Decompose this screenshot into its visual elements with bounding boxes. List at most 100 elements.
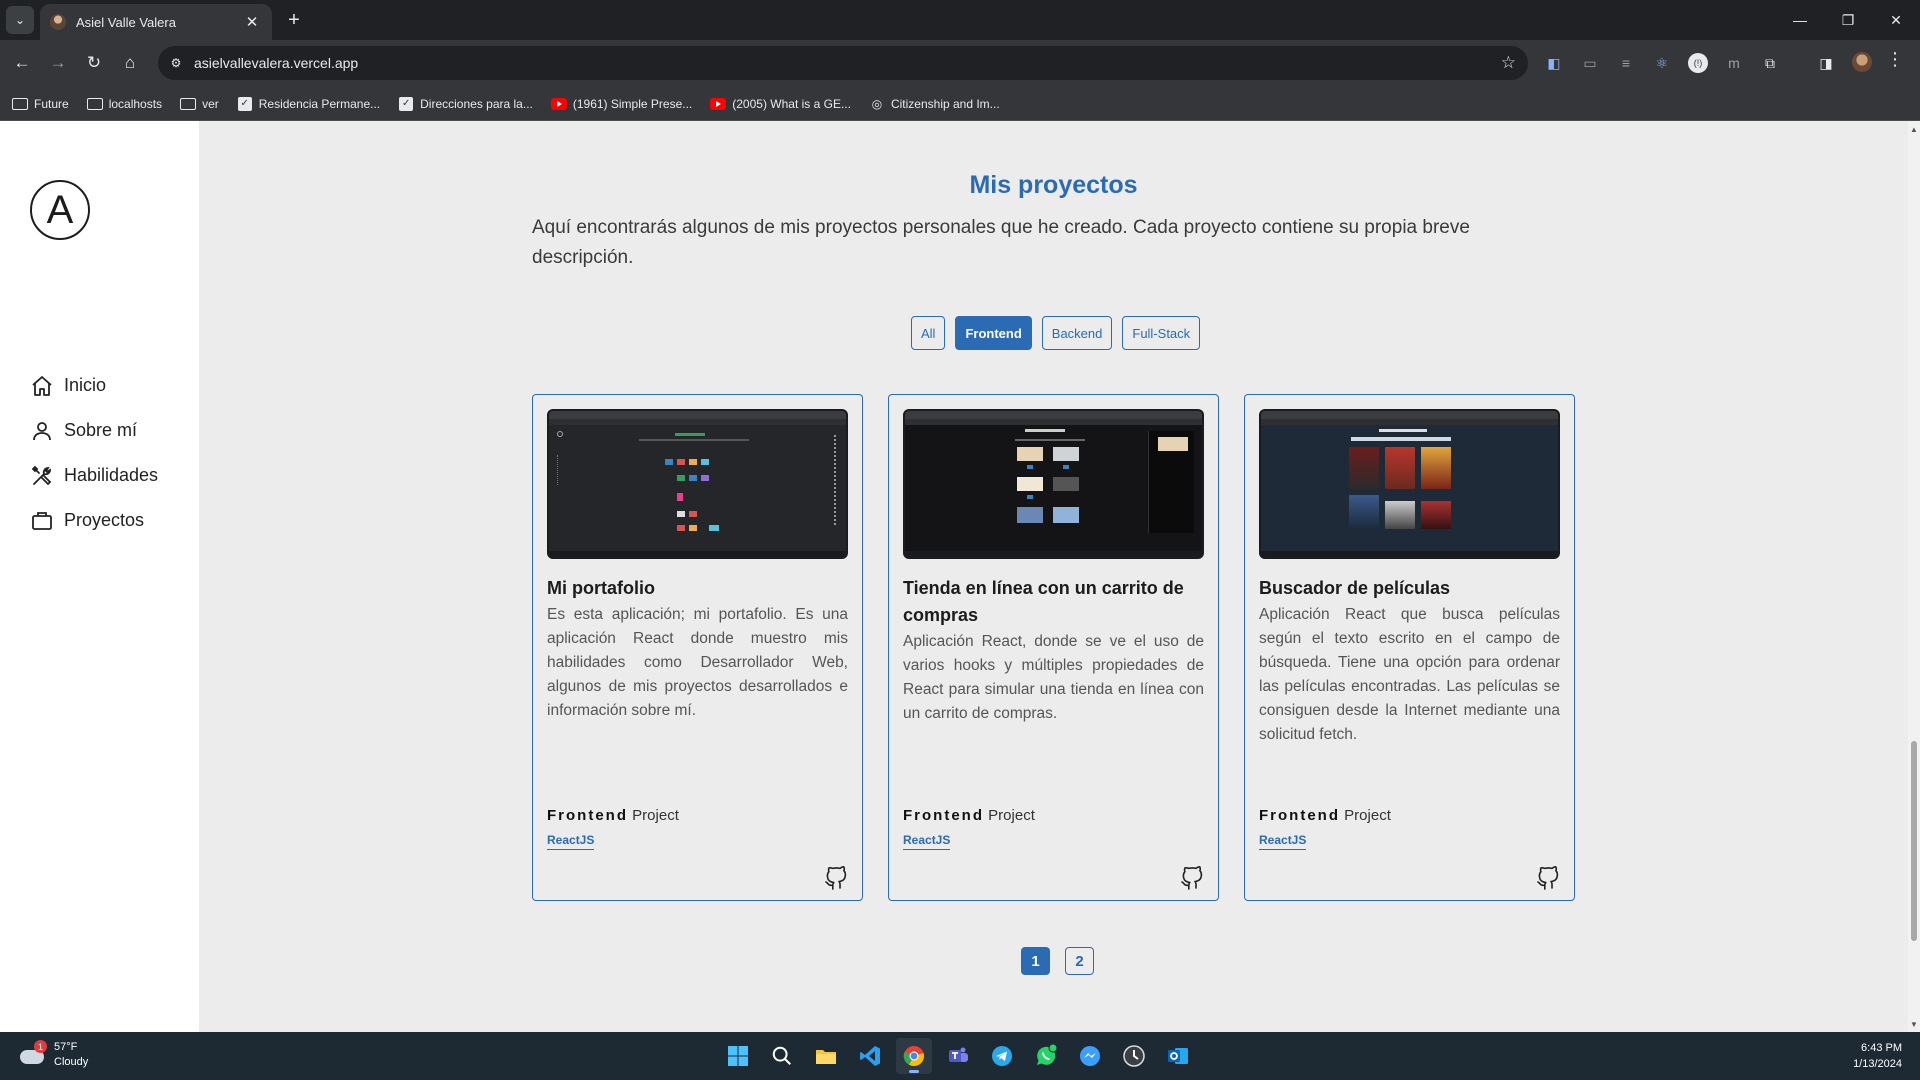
project-card: Mi portafolio Es esta aplicación; mi por… <box>532 394 863 901</box>
browser-tab[interactable]: Asiel Valle Valera ✕ <box>40 4 272 40</box>
scroll-down-arrow[interactable]: ▼ <box>1910 1020 1918 1029</box>
weather-desc: Cloudy <box>54 1056 89 1068</box>
bookmark-star-icon[interactable]: ☆ <box>1501 53 1516 73</box>
sidebar-item-proyectos[interactable]: Proyectos <box>30 498 158 543</box>
weather-temp: 57°F <box>54 1041 78 1053</box>
system-clock[interactable]: 6:43 PM 1/13/2024 <box>1853 1040 1902 1072</box>
home-icon <box>32 375 52 396</box>
translate-extension-icon[interactable]: ◧ <box>1540 49 1568 77</box>
scroll-up-arrow[interactable]: ▲ <box>1910 125 1918 134</box>
folder-icon <box>180 97 197 110</box>
bookmark-item[interactable]: ✓ Residencia Permane... <box>237 96 381 111</box>
sidebar-item-label: Proyectos <box>64 510 145 530</box>
project-type: Frontend Project <box>1259 807 1391 824</box>
filter-backend-button[interactable]: Backend <box>1041 316 1113 350</box>
page-scrollbar[interactable]: ▲ ▼ <box>1908 121 1920 1032</box>
page-2-button[interactable]: 2 <box>1065 947 1094 975</box>
vscode-icon[interactable] <box>852 1038 888 1074</box>
github-icon[interactable] <box>1536 866 1560 890</box>
project-description: Aplicación React que busca películas seg… <box>1259 606 1560 743</box>
scrollbar-thumb[interactable] <box>1911 741 1917 941</box>
site-logo[interactable]: A <box>30 180 90 240</box>
taskbar-apps <box>720 1038 1196 1074</box>
bookmark-item[interactable]: ◎ Citizenship and Im... <box>869 97 1000 111</box>
bookmark-item[interactable]: ✓ Direcciones para la... <box>398 96 533 111</box>
tab-title: Asiel Valle Valera <box>76 14 176 30</box>
minimize-button[interactable]: — <box>1776 0 1824 40</box>
messenger-icon[interactable] <box>1072 1038 1108 1074</box>
bookmark-item[interactable]: Future <box>12 97 69 111</box>
sidebar-item-label: Inicio <box>64 375 107 395</box>
github-icon[interactable] <box>1180 866 1204 890</box>
whatsapp-app-icon[interactable] <box>1028 1038 1064 1074</box>
github-icon[interactable] <box>824 866 848 890</box>
project-cards: Mi portafolio Es esta aplicación; mi por… <box>532 394 1575 901</box>
side-panel-icon[interactable]: ◨ <box>1812 49 1840 77</box>
weather-badge: 1 <box>34 1040 47 1053</box>
weather-widget[interactable]: 1 57°F Cloudy <box>18 1040 88 1070</box>
projects-section: Mis proyectos Aquí encontrarás algunos d… <box>199 121 1908 1032</box>
search-icon[interactable] <box>764 1038 800 1074</box>
telegram-icon[interactable] <box>984 1038 1020 1074</box>
project-type-suffix: Project <box>988 807 1035 824</box>
sidebar: A Inicio Sobre mí Habilidades Proyectos <box>0 121 199 1032</box>
project-title: Tienda en línea con un carrito de compra… <box>903 578 1184 625</box>
clock-app-icon[interactable] <box>1116 1038 1152 1074</box>
project-type-label: Frontend <box>903 807 984 824</box>
doc-icon: ✓ <box>237 96 252 111</box>
filter-all-button[interactable]: All <box>911 316 946 350</box>
sidebar-item-sobre-mi[interactable]: Sobre mí <box>30 408 158 453</box>
tab-close-icon[interactable]: ✕ <box>242 13 262 31</box>
tab-search-button[interactable]: ⌄ <box>6 6 34 34</box>
project-screenshot[interactable] <box>1259 409 1560 559</box>
globe-icon: ◎ <box>871 96 883 111</box>
forward-button[interactable]: → <box>44 49 72 77</box>
project-type-label: Frontend <box>547 807 628 824</box>
extensions-puzzle-icon[interactable]: ⧉ <box>1756 49 1784 77</box>
browser-toolbar: ← → ↻ ⌂ ⚙ asielvallevalera.vercel.app ☆ … <box>0 40 1920 87</box>
reload-button[interactable]: ↻ <box>80 49 108 77</box>
filter-frontend-button[interactable]: Frontend <box>955 316 1032 350</box>
tab-favicon <box>50 14 66 30</box>
bookmark-item[interactable]: ver <box>180 97 219 111</box>
clock-date: 1/13/2024 <box>1853 1058 1902 1070</box>
bookmarks-bar: Future localhosts ver ✓ Residencia Perman… <box>0 87 1920 121</box>
section-title: Mis proyectos <box>969 171 1138 199</box>
bookmark-item[interactable]: (2005) What is a GE... <box>710 97 851 111</box>
bookmark-item[interactable]: (1961) Simple Prese... <box>550 97 692 111</box>
page-1-button[interactable]: 1 <box>1021 947 1050 975</box>
close-window-button[interactable]: ✕ <box>1872 0 1920 40</box>
profile-avatar[interactable] <box>1852 52 1872 72</box>
address-bar[interactable]: ⚙ asielvallevalera.vercel.app ☆ <box>158 46 1528 80</box>
project-type-suffix: Project <box>632 807 679 824</box>
project-screenshot[interactable] <box>547 409 848 559</box>
restore-button[interactable]: ❐ <box>1824 0 1872 40</box>
react-devtools-icon[interactable]: ⚛ <box>1648 49 1676 77</box>
filter-fullstack-button[interactable]: Full-Stack <box>1122 316 1201 350</box>
site-info-icon[interactable]: ⚙ <box>158 56 194 70</box>
browser-menu-icon[interactable]: ⋮ <box>1886 49 1904 70</box>
extension-icon[interactable]: m <box>1720 49 1748 77</box>
extension-icon[interactable]: (!) <box>1684 49 1712 77</box>
sidebar-item-inicio[interactable]: Inicio <box>30 363 158 408</box>
windows-taskbar: 1 57°F Cloudy 6:43 PM 1/13/2024 <box>0 1032 1920 1080</box>
teams-icon[interactable] <box>940 1038 976 1074</box>
outlook-icon[interactable] <box>1160 1038 1196 1074</box>
new-tab-button[interactable]: + <box>282 8 306 32</box>
extension-icon[interactable]: ▭ <box>1576 49 1604 77</box>
home-button[interactable]: ⌂ <box>116 49 144 77</box>
project-type-label: Frontend <box>1259 807 1340 824</box>
extension-icon[interactable]: ≡ <box>1612 49 1640 77</box>
bookmark-item[interactable]: localhosts <box>86 97 162 111</box>
project-screenshot[interactable] <box>903 409 1204 559</box>
folder-icon <box>86 97 103 110</box>
back-button[interactable]: ← <box>8 49 36 77</box>
start-button[interactable] <box>720 1038 756 1074</box>
doc-icon: ✓ <box>399 96 414 111</box>
chrome-icon[interactable] <box>896 1038 932 1074</box>
bookmark-label: Residencia Permane... <box>258 96 381 111</box>
project-type-suffix: Project <box>1344 807 1391 824</box>
file-explorer-icon[interactable] <box>808 1038 844 1074</box>
sidebar-item-habilidades[interactable]: Habilidades <box>30 453 158 498</box>
sidebar-nav: Inicio Sobre mí Habilidades Proyectos <box>30 363 158 543</box>
